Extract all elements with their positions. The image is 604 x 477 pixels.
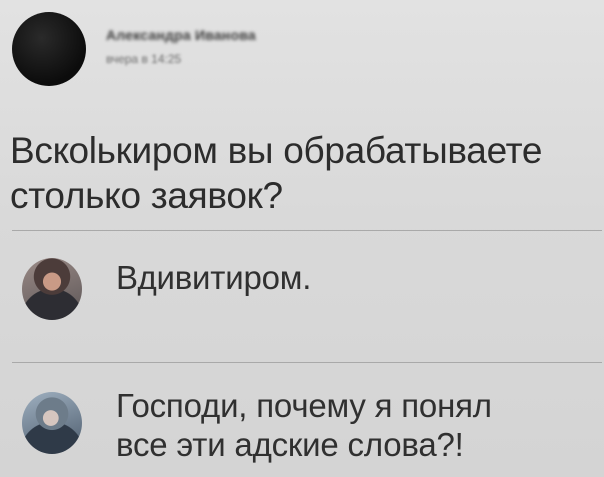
commenter-avatar[interactable] [22,258,82,320]
comment-item: Вдивитиром. [0,248,604,348]
comment-text: Господи, почему я понял все эти адские с… [116,387,492,463]
divider [12,230,602,231]
author-avatar[interactable] [12,12,86,86]
post-text: Вскolькиром вы обрабатываете столько зая… [10,130,543,216]
author-name[interactable]: Александра Иванова [106,27,256,43]
divider [12,362,602,363]
screen: Александра Иванова вчера в 14:25 Вскolьк… [0,0,604,477]
comment-text: Вдивитиром. [116,259,312,296]
comment-item: Господи, почему я понял все эти адские с… [0,380,604,477]
commenter-avatar[interactable] [22,392,82,454]
post-timestamp: вчера в 14:25 [106,52,182,66]
post-header: Александра Иванова вчера в 14:25 [0,0,604,100]
